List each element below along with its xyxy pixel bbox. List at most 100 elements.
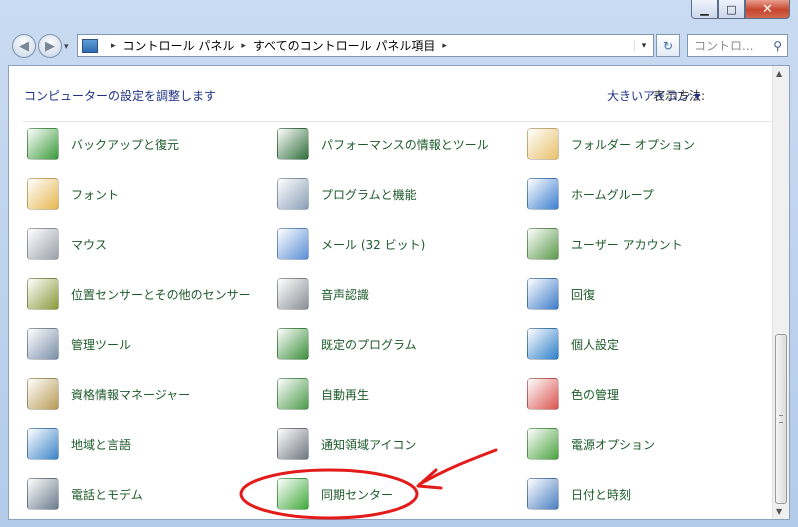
breadcrumb-separator[interactable]: ▸ — [241, 41, 246, 51]
control-panel-item[interactable]: ホームグループ — [527, 174, 654, 214]
control-panel-item-label: マウス — [71, 237, 108, 252]
control-panel-item[interactable]: 同期センター — [277, 474, 393, 514]
scroll-down-arrow[interactable]: ▼ — [776, 507, 782, 516]
control-panel-item-label: 管理ツール — [71, 337, 132, 352]
back-button[interactable]: ◀ — [12, 34, 36, 58]
control-panel-item-label: 位置センサーとその他のセンサー — [71, 287, 251, 302]
breadcrumb-all-items[interactable]: すべてのコントロール パネル項目 — [253, 37, 436, 54]
control-panel-item-label: 回復 — [571, 287, 596, 302]
control-panel-item-label: 資格情報マネージャー — [71, 387, 191, 402]
control-panel-item[interactable]: 地域と言語 — [27, 424, 131, 464]
search-input[interactable]: コントロ... — [694, 37, 753, 54]
personalization-icon — [527, 328, 559, 360]
control-panel-item-label: パフォーマンスの情報とツール — [321, 137, 489, 152]
autoplay-icon — [277, 378, 309, 410]
phone-modem-icon — [27, 478, 59, 510]
default-programs-icon — [277, 328, 309, 360]
control-panel-items: バックアップと復元 パフォーマンスの情報とツール フォルダー オプションフォント プロ… — [9, 122, 774, 519]
control-panel-item-label: ユーザー アカウント — [571, 237, 683, 252]
address-bar[interactable]: ▸ コントロール パネル ▸ すべてのコントロール パネル項目 ▸ ▾ — [77, 34, 654, 57]
control-panel-item-label: 既定のプログラム — [321, 337, 417, 352]
color-management-icon — [527, 378, 559, 410]
control-panel-item[interactable]: 自動再生 — [277, 374, 369, 414]
homegroup-icon — [527, 178, 559, 210]
window-controls: ▁ □ ✕ — [691, 0, 790, 20]
control-panel-item-label: 通知領域アイコン — [321, 437, 417, 452]
sync-center-icon — [277, 478, 309, 510]
date-time-icon — [527, 478, 559, 510]
control-panel-item-label: 地域と言語 — [71, 437, 132, 452]
control-panel-item[interactable]: 管理ツール — [27, 324, 131, 364]
control-panel-item[interactable]: メール (32 ビット) — [277, 224, 425, 264]
search-icon[interactable]: ⚲ — [773, 39, 782, 53]
control-panel-item-label: フォント — [71, 187, 120, 202]
control-panel-item[interactable]: 電源オプション — [527, 424, 655, 464]
control-panel-item[interactable]: 回復 — [527, 274, 595, 314]
notification-icons-icon — [277, 428, 309, 460]
control-panel-item[interactable]: 色の管理 — [527, 374, 619, 414]
scroll-up-arrow[interactable]: ▲ — [776, 69, 782, 78]
control-panel-item[interactable]: フォルダー オプション — [527, 124, 695, 164]
control-panel-item[interactable]: フォント — [27, 174, 119, 214]
control-panel-item-label: 色の管理 — [571, 387, 620, 402]
breadcrumb-control-panel[interactable]: コントロール パネル — [123, 37, 235, 54]
search-box[interactable]: コントロ... ⚲ — [687, 34, 788, 57]
fonts-icon — [27, 178, 59, 210]
control-panel-item-label: 電源オプション — [571, 437, 656, 452]
recovery-icon — [527, 278, 559, 310]
view-by-dropdown[interactable]: 大きいアイコン ▾ — [607, 87, 700, 104]
control-panel-item[interactable]: ユーザー アカウント — [527, 224, 683, 264]
mouse-icon — [27, 228, 59, 260]
microphone-icon — [277, 278, 309, 310]
performance-icon — [277, 128, 309, 160]
control-panel-item-label: 自動再生 — [321, 387, 370, 402]
programs-features-icon — [277, 178, 309, 210]
recent-pages-dropdown[interactable]: ▾ — [64, 42, 69, 52]
address-dropdown-button[interactable]: ▾ — [634, 40, 653, 51]
control-panel-item[interactable]: 個人設定 — [527, 324, 619, 364]
control-panel-item[interactable]: 資格情報マネージャー — [27, 374, 190, 414]
mail-icon — [277, 228, 309, 260]
scrollbar-thumb[interactable] — [775, 334, 787, 504]
region-language-icon — [27, 428, 59, 460]
control-panel-item[interactable]: パフォーマンスの情報とツール — [277, 124, 489, 164]
control-panel-item[interactable]: マウス — [27, 224, 107, 264]
location-sensors-icon — [27, 278, 59, 310]
control-panel-item[interactable]: 既定のプログラム — [277, 324, 417, 364]
control-panel-item-label: 日付と時刻 — [571, 487, 632, 502]
control-panel-item[interactable]: 日付と時刻 — [527, 474, 631, 514]
control-panel-item[interactable]: 音声認識 — [277, 274, 369, 314]
breadcrumb-separator[interactable]: ▸ — [442, 41, 447, 51]
control-panel-item[interactable]: バックアップと復元 — [27, 124, 179, 164]
forward-button[interactable]: ▶ — [38, 34, 62, 58]
control-panel-item-label: プログラムと機能 — [321, 187, 417, 202]
control-panel-item[interactable]: 位置センサーとその他のセンサー — [27, 274, 251, 314]
control-panel-item-label: バックアップと復元 — [71, 137, 180, 152]
admin-tools-icon — [27, 328, 59, 360]
page-title: コンピューターの設定を調整します — [24, 89, 217, 103]
folder-options-icon — [527, 128, 559, 160]
backup-restore-icon — [27, 128, 59, 160]
minimize-button[interactable]: ▁ — [691, 0, 718, 19]
control-panel-item[interactable]: 通知領域アイコン — [277, 424, 416, 464]
close-button[interactable]: ✕ — [745, 0, 790, 19]
control-panel-item[interactable]: 電話とモデム — [27, 474, 143, 514]
control-panel-item-label: 音声認識 — [321, 287, 370, 302]
control-panel-item-label: ホームグループ — [571, 187, 654, 202]
control-panel-item-label: フォルダー オプション — [571, 137, 695, 152]
content-pane: コンピューターの設定を調整します 表示方法: 大きいアイコン ▾ バックアップと… — [8, 65, 790, 520]
control-panel-item-label: 電話とモデム — [71, 487, 143, 502]
control-panel-icon — [82, 38, 98, 53]
vertical-scrollbar[interactable]: ▲ ▼ — [772, 66, 789, 519]
user-accounts-icon — [527, 228, 559, 260]
control-panel-item-label: メール (32 ビット) — [321, 237, 426, 252]
control-panel-item[interactable]: プログラムと機能 — [277, 174, 417, 214]
control-panel-item-label: 同期センター — [321, 487, 394, 502]
credential-manager-icon — [27, 378, 59, 410]
window-frame: ▁ □ ✕ ◀ ▶ ▾ ▸ コントロール パネル ▸ すべてのコントロール パネ… — [0, 0, 798, 527]
control-panel-item-label: 個人設定 — [571, 337, 620, 352]
breadcrumb-separator[interactable]: ▸ — [111, 41, 116, 51]
power-options-icon — [527, 428, 559, 460]
maximize-button[interactable]: □ — [718, 0, 745, 19]
refresh-button[interactable]: ↻ — [656, 34, 680, 57]
